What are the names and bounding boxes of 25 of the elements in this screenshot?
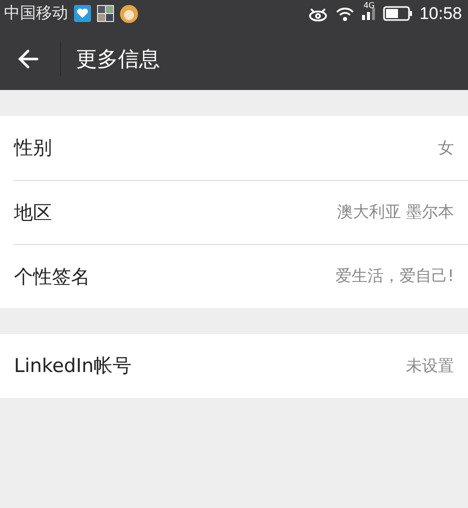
network-type: 4G: [363, 1, 375, 10]
row-label: 性别: [14, 136, 52, 161]
heart-app-icon: [74, 5, 91, 22]
row-value: 澳大利亚 墨尔本: [336, 202, 454, 223]
settings-row[interactable]: LinkedIn帐号 未设置: [14, 334, 468, 398]
clock: 10:58: [419, 4, 462, 24]
eye-icon: [307, 6, 330, 22]
carrier-name: 中国移动: [4, 3, 68, 24]
row-label: 个性签名: [14, 264, 90, 290]
screen-title: 更多信息: [76, 46, 160, 72]
avatar-icon: [120, 4, 138, 22]
row-label: LinkedIn帐号: [14, 354, 132, 379]
row-value: 爱生活，爱自己!: [336, 266, 454, 287]
settings-row[interactable]: 性别 女: [14, 116, 468, 180]
back-arrow-icon: [17, 48, 39, 68]
wifi-icon: [335, 6, 356, 22]
settings-row[interactable]: 地区 澳大利亚 墨尔本: [14, 180, 468, 244]
settings-row[interactable]: 个性签名 爱生活，爱自己!: [14, 244, 468, 308]
row-label: 地区: [14, 200, 52, 226]
signal-icon: [361, 7, 378, 20]
gallery-icon: [97, 5, 114, 22]
back-button[interactable]: [16, 46, 40, 70]
row-value: 女: [438, 138, 454, 158]
row-value: 未设置: [406, 356, 454, 376]
battery-icon: [383, 6, 414, 21]
